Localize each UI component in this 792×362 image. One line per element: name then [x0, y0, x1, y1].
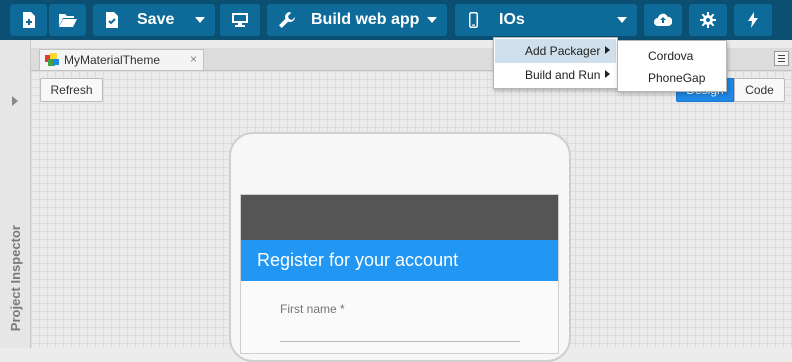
page-title: Register for your account — [257, 250, 459, 270]
menu-item-add-packager[interactable]: Add Packager — [495, 39, 616, 63]
tab-mymaterialtheme[interactable]: MyMaterialTheme × — [39, 49, 204, 70]
first-name-field[interactable] — [280, 341, 520, 342]
platform-select[interactable]: IOs — [455, 4, 637, 36]
lightning-icon — [748, 12, 758, 28]
build-label: Build web app — [311, 11, 420, 28]
tab-label: MyMaterialTheme — [64, 53, 161, 67]
new-file-button[interactable] — [10, 4, 47, 36]
project-inspector-label[interactable]: Project Inspector — [8, 225, 23, 331]
gear-icon — [700, 12, 716, 28]
submenu-arrow-icon — [605, 70, 610, 78]
monitor-icon — [232, 13, 248, 27]
menu-item-phonegap[interactable]: PhoneGap — [648, 71, 705, 85]
project-inspector-panel[interactable]: Project Inspector — [0, 40, 31, 348]
mobile-phone-icon — [469, 12, 478, 28]
save-file-icon — [106, 12, 118, 28]
cloud-upload-button[interactable] — [644, 4, 682, 36]
menu-item-label: Build and Run — [525, 68, 601, 82]
packager-submenu: Cordova PhoneGap — [617, 40, 727, 92]
panel-menu-icon[interactable] — [774, 51, 789, 66]
folder-open-icon — [59, 14, 77, 27]
chevron-down-icon[interactable] — [195, 17, 205, 23]
wrench-icon — [279, 12, 295, 28]
code-view-button[interactable]: Code — [734, 78, 785, 102]
build-web-app-button[interactable]: Build web app — [267, 4, 447, 36]
refresh-button[interactable]: Refresh — [40, 78, 103, 102]
phone-screen: Register for your account First name * — [240, 194, 559, 354]
settings-button[interactable] — [689, 4, 727, 36]
menu-item-cordova[interactable]: Cordova — [648, 49, 693, 63]
app-bar[interactable]: Register for your account — [241, 240, 558, 281]
cloud-upload-icon — [654, 13, 672, 26]
menu-item-build-and-run[interactable]: Build and Run — [495, 63, 616, 87]
main-toolbar: Save Build web app IOs — [0, 0, 792, 40]
status-bar — [241, 195, 558, 240]
open-folder-button[interactable] — [49, 4, 86, 36]
theme-file-icon — [45, 53, 59, 66]
menu-item-label: Add Packager — [525, 44, 601, 58]
chevron-down-icon[interactable] — [617, 17, 627, 23]
platform-dropdown-menu: Add Packager Build and Run — [493, 37, 618, 89]
submenu-arrow-icon — [605, 46, 610, 54]
chevron-down-icon[interactable] — [427, 17, 437, 23]
first-name-label: First name * — [280, 302, 345, 316]
run-button[interactable] — [734, 4, 772, 36]
save-button[interactable]: Save — [93, 4, 215, 36]
expand-arrow-icon[interactable] — [12, 96, 18, 106]
new-file-icon — [23, 12, 35, 28]
close-icon[interactable]: × — [190, 52, 197, 66]
save-label: Save — [137, 11, 175, 28]
platform-label: IOs — [499, 11, 525, 28]
preview-button[interactable] — [220, 4, 260, 36]
